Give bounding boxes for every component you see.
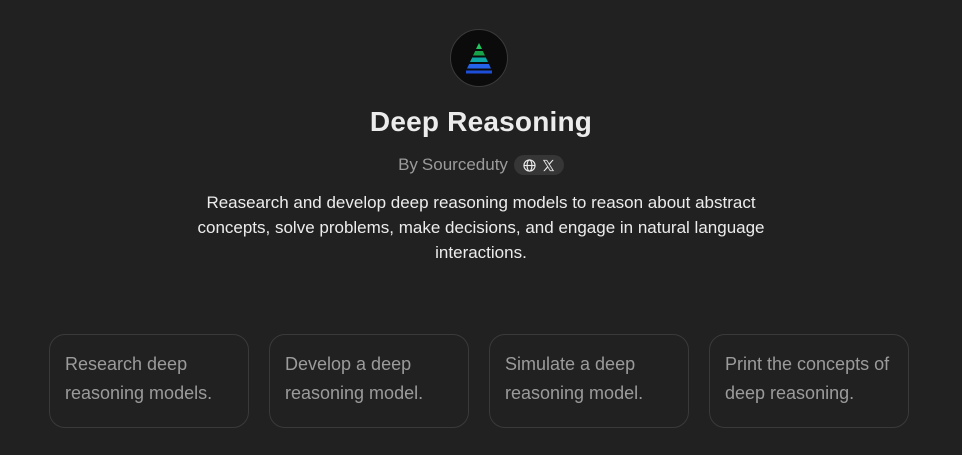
globe-icon[interactable] xyxy=(523,158,536,172)
starter-text: Simulate a deep reasoning model. xyxy=(505,354,644,403)
starter-card[interactable]: Research deep reasoning models. xyxy=(49,334,249,428)
x-logo-icon[interactable] xyxy=(542,159,555,172)
starter-text: Print the concepts of deep reasoning. xyxy=(725,354,890,403)
starter-card[interactable]: Develop a deep reasoning model. xyxy=(269,334,469,428)
conversation-starters: Research deep reasoning models. Develop … xyxy=(49,334,909,428)
gpt-avatar xyxy=(450,29,508,87)
social-links xyxy=(513,155,564,175)
author-name: Sourceduty xyxy=(421,155,508,174)
author-line: By Sourceduty xyxy=(0,155,962,175)
gpt-description: Reasearch and develop deep reasoning mod… xyxy=(197,193,765,262)
starter-card[interactable]: Print the concepts of deep reasoning. xyxy=(709,334,909,428)
starter-text: Develop a deep reasoning model. xyxy=(285,354,424,403)
pyramid-logo-icon xyxy=(466,43,492,74)
gpt-title: Deep Reasoning xyxy=(369,106,593,137)
gpt-intro: Deep Reasoning By Sourceduty Reasearch a… xyxy=(0,0,962,455)
starter-card[interactable]: Simulate a deep reasoning model. xyxy=(489,334,689,428)
starter-text: Research deep reasoning models. xyxy=(65,354,213,403)
author-prefix: By xyxy=(398,155,418,174)
